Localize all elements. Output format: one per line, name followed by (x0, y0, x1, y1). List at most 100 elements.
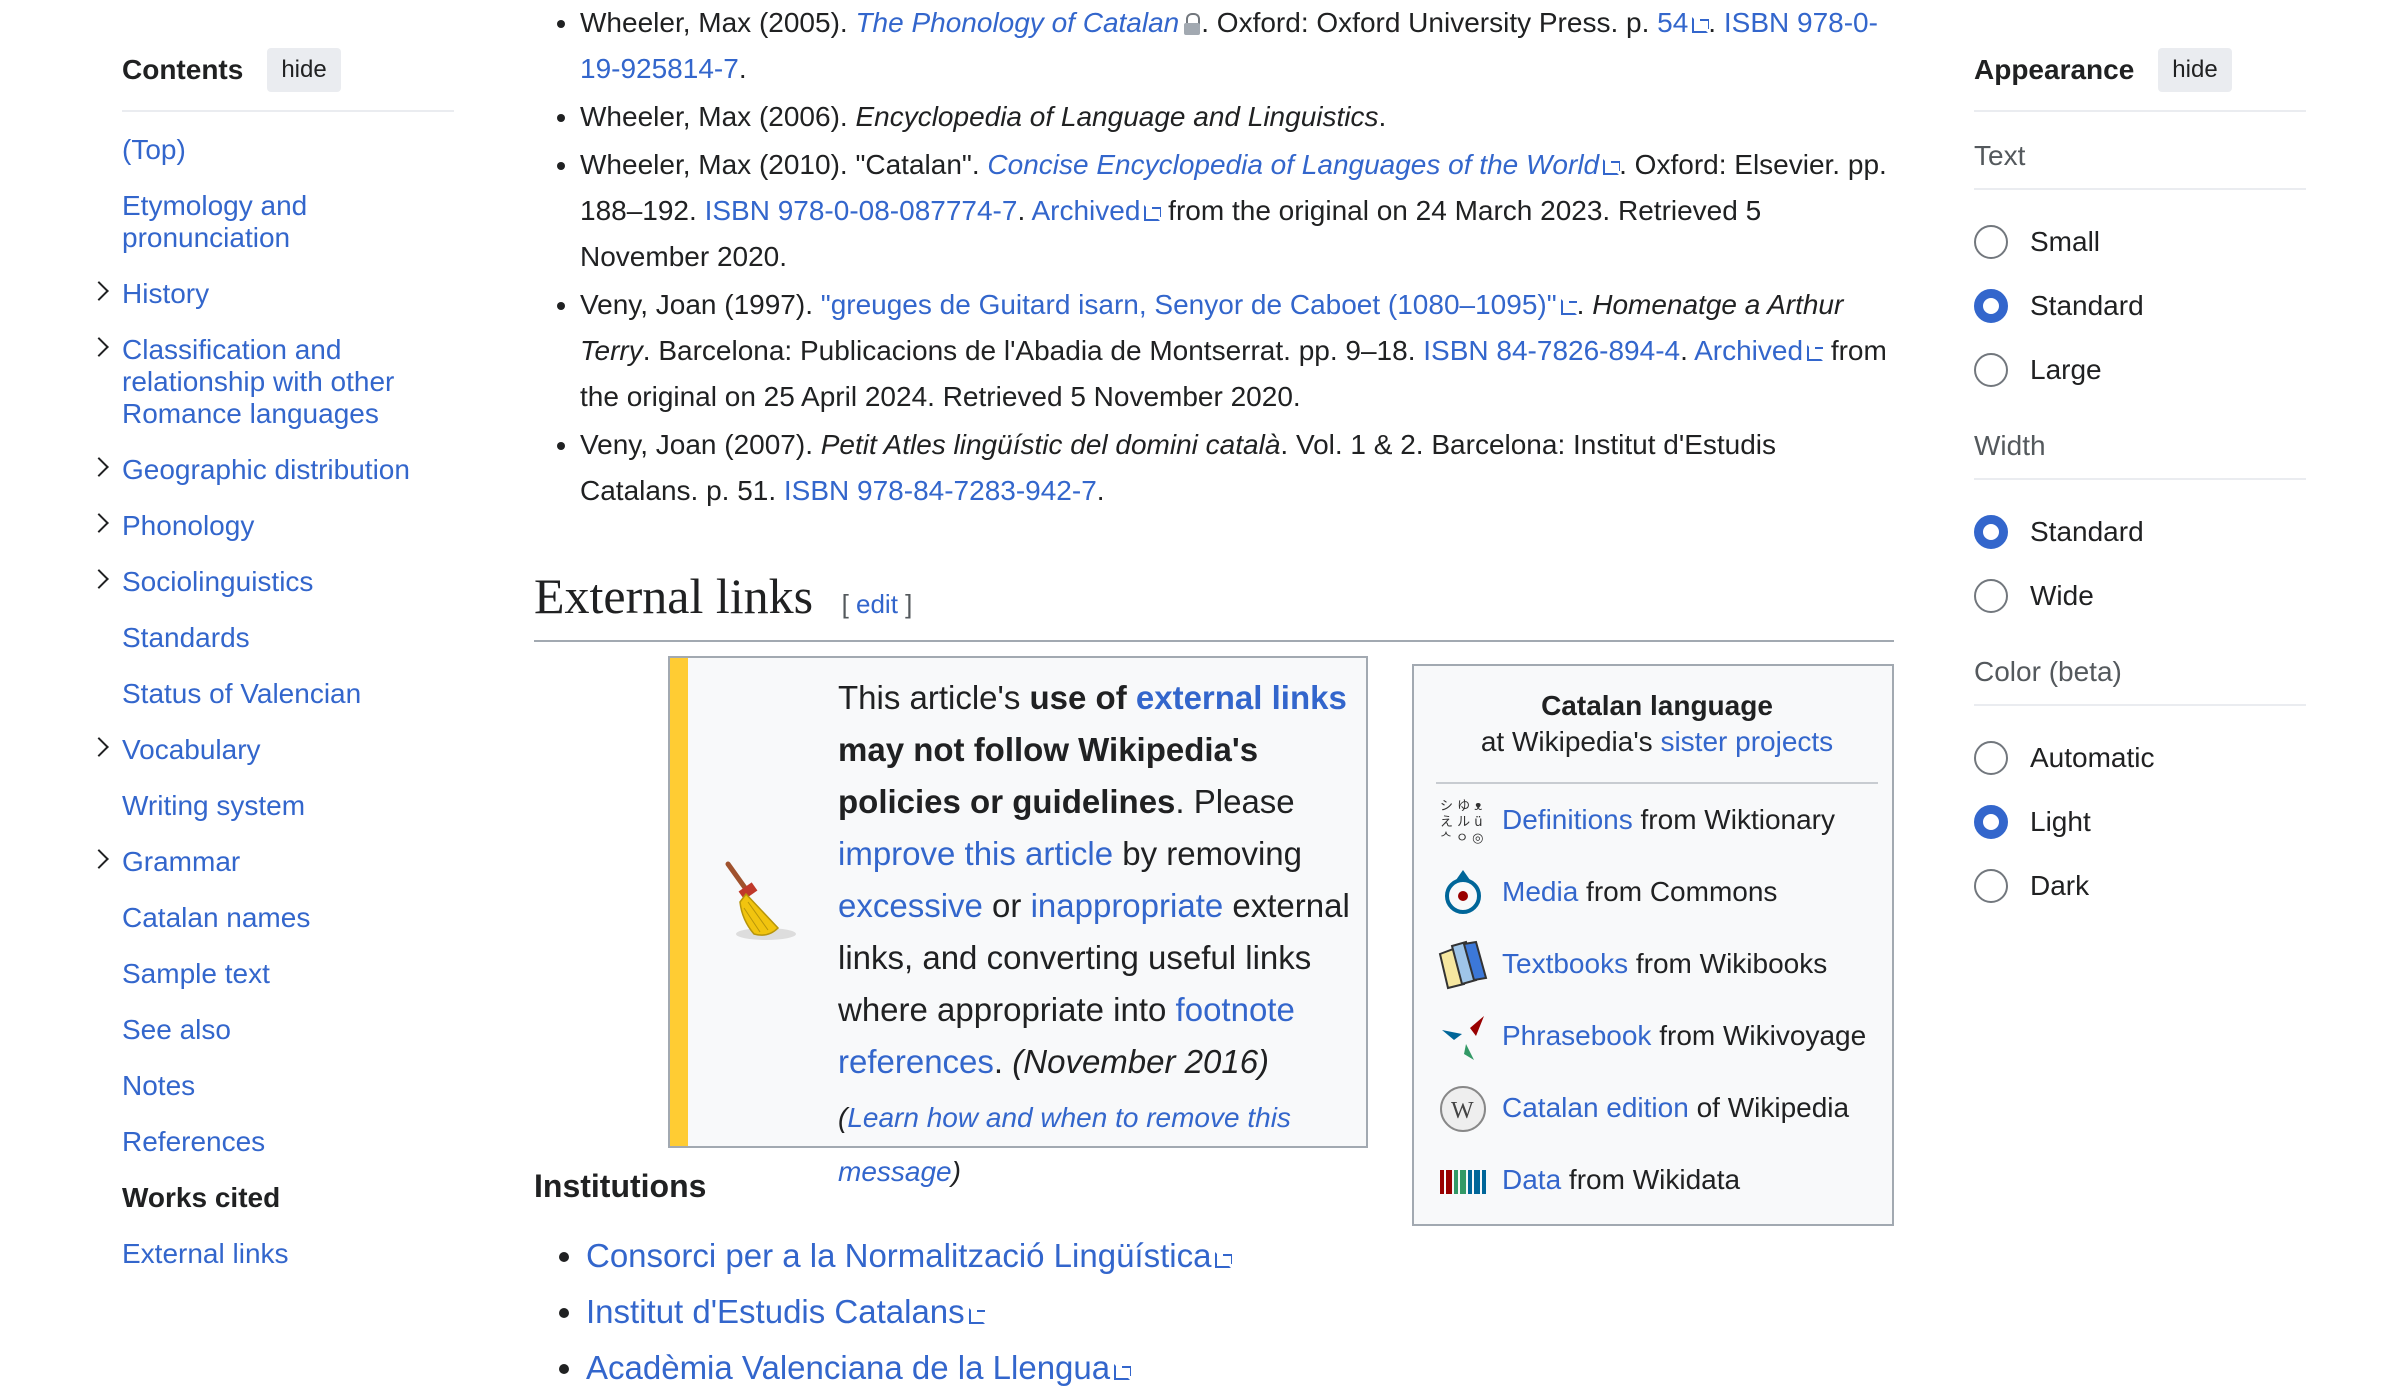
radio-button[interactable] (1974, 869, 2008, 903)
svg-text:ᄉ ㅇ ◎: ᄉ ㅇ ◎ (1440, 831, 1484, 846)
appearance-hide-button[interactable]: hide (2158, 48, 2232, 92)
toc-item[interactable]: Classification and relationship with oth… (122, 334, 454, 430)
chevron-right-icon[interactable] (90, 334, 110, 354)
toc-item[interactable]: (Top) (122, 134, 454, 166)
radio-option[interactable]: Wide (1974, 564, 2306, 628)
toc-item-label[interactable]: Classification and relationship with oth… (122, 334, 394, 429)
radio-option-selected[interactable]: Standard (1974, 500, 2306, 564)
toc-item[interactable]: Phonology (122, 510, 454, 542)
toc-item-label[interactable]: Status of Valencian (122, 678, 361, 709)
toc-item[interactable]: References (122, 1126, 454, 1158)
isbn-link[interactable]: ISBN 978-84-7283-942-7 (784, 475, 1097, 506)
toc-item[interactable]: Vocabulary (122, 734, 454, 766)
media-link[interactable]: Media (1502, 876, 1578, 907)
radio-button[interactable] (1974, 225, 2008, 259)
radio-label[interactable]: Small (2030, 226, 2100, 258)
radio-option[interactable]: Small (1974, 210, 2306, 274)
toc-item[interactable]: Writing system (122, 790, 454, 822)
toc-item[interactable]: Etymology and pronunciation (122, 190, 454, 254)
page-link[interactable]: 54 (1657, 7, 1708, 38)
external-links-link[interactable]: external links (1136, 679, 1347, 716)
radio-label[interactable]: Wide (2030, 580, 2094, 612)
inappropriate-link[interactable]: inappropriate (1031, 887, 1224, 924)
sister-item: Data from Wikidata (1436, 1162, 1892, 1208)
toc-item[interactable]: Catalan names (122, 902, 454, 934)
toc-item-label[interactable]: Sample text (122, 958, 270, 989)
notice-text: This article's use of external links may… (838, 672, 1350, 1198)
toc-item-label[interactable]: Phonology (122, 510, 254, 541)
radio-option[interactable]: Large (1974, 338, 2306, 402)
toc-item-label[interactable]: Vocabulary (122, 734, 261, 765)
toc-hide-button[interactable]: hide (267, 48, 341, 92)
toc-item-label[interactable]: Works cited (122, 1182, 280, 1213)
edit-link[interactable]: edit (856, 589, 898, 619)
radio-option-selected[interactable]: Light (1974, 790, 2306, 854)
toc-item-label[interactable]: Geographic distribution (122, 454, 410, 485)
toc-item-label[interactable]: See also (122, 1014, 231, 1045)
toc-item[interactable]: Status of Valencian (122, 678, 454, 710)
radio-option[interactable]: Automatic (1974, 726, 2306, 790)
radio-option-selected[interactable]: Standard (1974, 274, 2306, 338)
institution-link[interactable]: Consorci per a la Normalització Lingüíst… (586, 1237, 1231, 1274)
archived-link[interactable]: Archived (1031, 195, 1160, 226)
definitions-link[interactable]: Definitions (1502, 804, 1633, 835)
radio-button[interactable] (1974, 579, 2008, 613)
radio-label[interactable]: Large (2030, 354, 2102, 386)
toc-item[interactable]: Notes (122, 1070, 454, 1102)
archived-link[interactable]: Archived (1694, 335, 1823, 366)
excessive-link[interactable]: excessive (838, 887, 983, 924)
toc-item[interactable]: Grammar (122, 846, 454, 878)
chevron-right-icon[interactable] (90, 734, 110, 754)
chevron-right-icon[interactable] (90, 846, 110, 866)
radio-label[interactable]: Standard (2030, 516, 2144, 548)
institution-link[interactable]: Acadèmia Valenciana de la Llengua (586, 1349, 1130, 1386)
toc-item[interactable]: Sociolinguistics (122, 566, 454, 598)
toc-item[interactable]: History (122, 278, 454, 310)
radio-label[interactable]: Automatic (2030, 742, 2155, 774)
radio-button[interactable] (1974, 289, 2008, 323)
toc-item[interactable]: Geographic distribution (122, 454, 454, 486)
toc-item-label[interactable]: Grammar (122, 846, 240, 877)
institution-link[interactable]: Institut d'Estudis Catalans (586, 1293, 985, 1330)
radio-button[interactable] (1974, 741, 2008, 775)
radio-option[interactable]: Dark (1974, 854, 2306, 918)
learn-remove-message-link[interactable]: Learn how and when to remove this messag… (838, 1102, 1291, 1187)
isbn-link[interactable]: ISBN 978-0-08-087774-7 (705, 195, 1018, 226)
catalan-edition-link[interactable]: Catalan edition (1502, 1092, 1689, 1123)
radio-button[interactable] (1974, 515, 2008, 549)
radio-button[interactable] (1974, 353, 2008, 387)
chevron-right-icon[interactable] (90, 454, 110, 474)
toc-item[interactable]: Standards (122, 622, 454, 654)
radio-label[interactable]: Standard (2030, 290, 2144, 322)
toc-item-label[interactable]: History (122, 278, 209, 309)
chevron-right-icon[interactable] (90, 510, 110, 530)
phrasebook-link[interactable]: Phrasebook (1502, 1020, 1651, 1051)
toc-item-label[interactable]: Standards (122, 622, 250, 653)
toc-item-label[interactable]: (Top) (122, 134, 186, 165)
isbn-link[interactable]: ISBN 84-7826-894-4 (1423, 335, 1680, 366)
citation-title-link[interactable]: Concise Encyclopedia of Languages of the… (987, 149, 1619, 180)
notice-text-part: . (993, 1043, 1013, 1080)
toc-item-label[interactable]: Writing system (122, 790, 305, 821)
textbooks-link[interactable]: Textbooks (1502, 948, 1628, 979)
toc-item-label[interactable]: External links (122, 1238, 289, 1269)
toc-item-label[interactable]: Sociolinguistics (122, 566, 313, 597)
radio-button[interactable] (1974, 805, 2008, 839)
data-link[interactable]: Data (1502, 1164, 1561, 1195)
sister-projects-link[interactable]: sister projects (1660, 726, 1833, 757)
chevron-right-icon[interactable] (90, 278, 110, 298)
toc-item-label[interactable]: References (122, 1126, 265, 1157)
improve-article-link[interactable]: improve this article (838, 835, 1113, 872)
toc-item[interactable]: See also (122, 1014, 454, 1046)
toc-item-active[interactable]: Works cited (122, 1182, 454, 1214)
radio-label[interactable]: Dark (2030, 870, 2089, 902)
citation-link[interactable]: "greuges de Guitard isarn, Senyor de Cab… (821, 289, 1577, 320)
citation-title-link[interactable]: The Phonology of Catalan (855, 7, 1179, 38)
toc-item-label[interactable]: Catalan names (122, 902, 310, 933)
chevron-right-icon[interactable] (90, 566, 110, 586)
toc-item[interactable]: Sample text (122, 958, 454, 990)
toc-item[interactable]: External links (122, 1238, 454, 1270)
toc-item-label[interactable]: Etymology and pronunciation (122, 190, 307, 253)
toc-item-label[interactable]: Notes (122, 1070, 195, 1101)
radio-label[interactable]: Light (2030, 806, 2091, 838)
